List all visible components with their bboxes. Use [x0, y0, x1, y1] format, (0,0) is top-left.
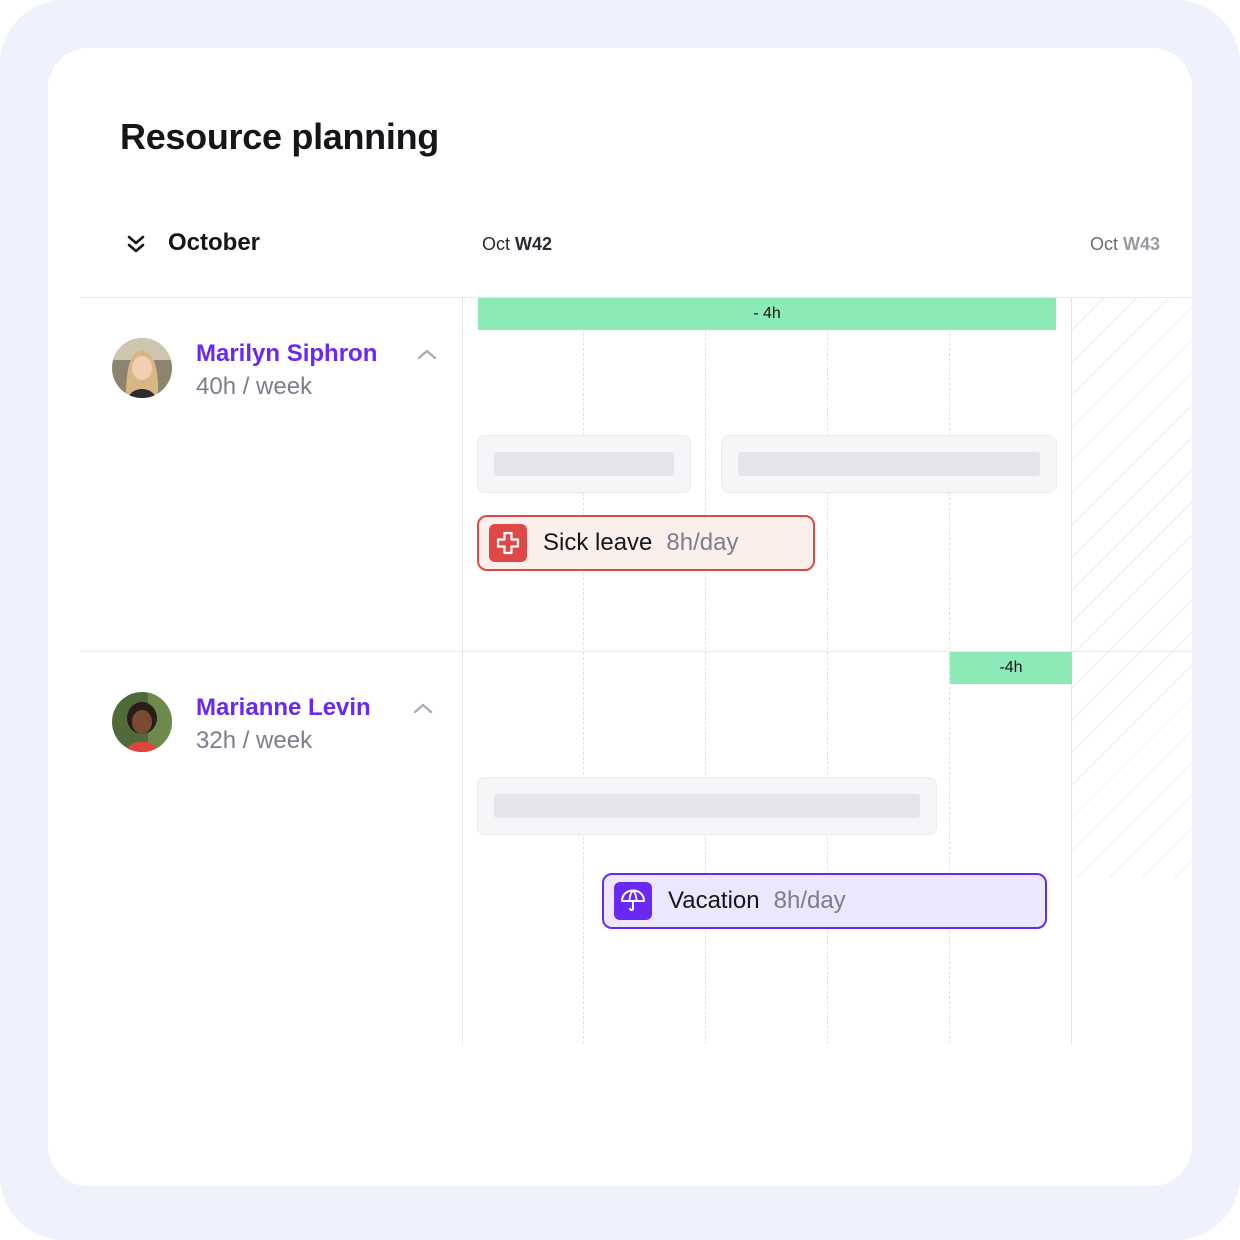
collapse-all-icon[interactable] [122, 230, 150, 258]
month-label[interactable]: October [168, 229, 260, 257]
avatar[interactable] [112, 338, 172, 398]
absence-label: Sick leave [543, 529, 653, 556]
medical-cross-icon [489, 524, 527, 562]
task-placeholder[interactable] [477, 435, 691, 493]
person-hours: 32h / week [196, 727, 313, 754]
person-name[interactable]: Marianne Levin [196, 694, 371, 722]
app-background: Resource planning October Oct W42 Oct W4… [0, 0, 1240, 1240]
avatar[interactable] [112, 692, 172, 752]
week-number: W43 [1123, 234, 1161, 254]
capacity-bar: -4h [950, 652, 1072, 684]
task-placeholder[interactable] [477, 777, 937, 835]
person-name[interactable]: Marilyn Siphron [196, 340, 377, 368]
umbrella-icon [614, 882, 652, 920]
column-divider [462, 298, 463, 1044]
page-title: Resource planning [120, 116, 439, 157]
absence-rate: 8h/day [666, 529, 739, 556]
task-placeholder-fill [494, 452, 674, 476]
absence-rate: 8h/day [773, 887, 846, 914]
sick-leave-block[interactable]: Sick leave 8h/day [477, 515, 815, 571]
chevron-up-icon[interactable] [412, 701, 434, 715]
absence-label: Vacation [668, 887, 760, 914]
person-hours: 40h / week [196, 373, 313, 400]
task-placeholder[interactable] [721, 435, 1057, 493]
week-header-w42: Oct W42 [482, 234, 552, 255]
task-placeholder-fill [738, 452, 1040, 476]
vacation-block[interactable]: Vacation 8h/day [602, 873, 1047, 929]
capacity-bar: - 4h [478, 298, 1056, 330]
day-gridline [827, 298, 828, 1044]
task-placeholder-fill [494, 794, 920, 818]
week-month: Oct [1090, 234, 1119, 254]
day-gridline [705, 298, 706, 1044]
chevron-up-icon[interactable] [416, 347, 438, 361]
resource-planning-card: Resource planning October Oct W42 Oct W4… [48, 48, 1192, 1186]
week-header-w43: Oct W43 [1090, 234, 1160, 255]
day-gridline [583, 298, 584, 1044]
week-number: W42 [515, 234, 553, 254]
unavailable-hatch-area [1072, 298, 1192, 878]
week-month: Oct [482, 234, 511, 254]
